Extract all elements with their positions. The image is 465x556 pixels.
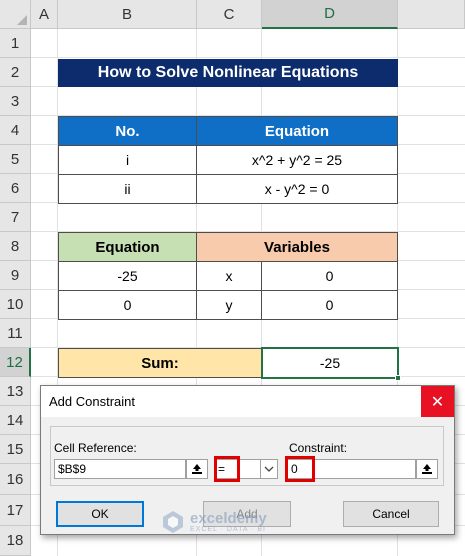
row-header-5[interactable]: 5 (0, 145, 31, 174)
row-header-13[interactable]: 13 (0, 377, 31, 406)
table2-cell-variable-value[interactable]: 0 (261, 261, 398, 291)
row-header-14[interactable]: 14 (0, 406, 31, 435)
table2-cell-variable-name[interactable]: x (196, 261, 262, 291)
table2-header-equation[interactable]: Equation (58, 232, 197, 262)
collapse-dialog-button[interactable] (186, 459, 208, 479)
row-header-10[interactable]: 10 (0, 290, 31, 319)
operator-highlight-box (214, 456, 240, 482)
table1-cell-no[interactable]: ii (58, 174, 197, 204)
row-header-15[interactable]: 15 (0, 435, 31, 464)
operator-dropdown-button[interactable] (260, 459, 278, 479)
constraint-highlight-box (285, 456, 315, 482)
table1-header-equation[interactable]: Equation (196, 116, 398, 146)
watermark-tagline: EXCEL · DATA · BI (190, 526, 266, 533)
cell-reference-label: Cell Reference: (54, 441, 137, 455)
row-header-8[interactable]: 8 (0, 232, 31, 261)
watermark-name: exceldemy (190, 510, 267, 527)
watermark: exceldemy EXCEL · DATA · BI (160, 509, 267, 535)
row-header-4[interactable]: 4 (0, 116, 31, 145)
cancel-button[interactable]: Cancel (343, 501, 439, 527)
row-header-12[interactable]: 12 (0, 348, 31, 377)
chevron-down-icon (264, 466, 274, 472)
sheet-title[interactable]: How to Solve Nonlinear Equations (58, 59, 398, 87)
range-select-icon (192, 464, 202, 474)
table2-header-variables[interactable]: Variables (196, 232, 398, 262)
cell-reference-input[interactable]: $B$9 (54, 459, 186, 479)
row-header-6[interactable]: 6 (0, 174, 31, 203)
exceldemy-logo-icon (163, 511, 183, 533)
row-header-2[interactable]: 2 (0, 58, 31, 87)
row-header-9[interactable]: 9 (0, 261, 31, 290)
range-select-icon (422, 464, 432, 474)
column-header-a[interactable]: A (31, 0, 58, 29)
table2-cell-equation[interactable]: -25 (58, 261, 197, 291)
select-all-corner[interactable] (0, 0, 31, 29)
table1-cell-no[interactable]: i (58, 145, 197, 175)
column-header-e[interactable] (398, 0, 465, 29)
row-header-18[interactable]: 18 (0, 526, 31, 556)
row-header-7[interactable]: 7 (0, 203, 31, 232)
dialog-titlebar[interactable]: Add Constraint ✕ (41, 386, 454, 417)
ok-button[interactable]: OK (56, 501, 144, 527)
fill-handle[interactable] (395, 375, 401, 381)
column-header-b[interactable]: B (58, 0, 197, 29)
row-header-11[interactable]: 11 (0, 319, 31, 348)
column-header-d[interactable]: D (262, 0, 398, 29)
collapse-dialog-button[interactable] (416, 459, 438, 479)
column-header-c[interactable]: C (197, 0, 262, 29)
constraint-label: Constraint: (289, 441, 348, 455)
row-header-16[interactable]: 16 (0, 464, 31, 495)
close-icon: ✕ (430, 393, 445, 411)
row-header-3[interactable]: 3 (0, 87, 31, 116)
table2-cell-variable-value[interactable]: 0 (261, 290, 398, 320)
sum-value-cell[interactable]: -25 (261, 347, 399, 379)
gridline (31, 57, 465, 58)
table1-cell-equation[interactable]: x - y^2 = 0 (196, 174, 398, 204)
row-header-1[interactable]: 1 (0, 29, 31, 58)
row-header-17[interactable]: 17 (0, 495, 31, 526)
table2-cell-equation[interactable]: 0 (58, 290, 197, 320)
table1-header-no[interactable]: No. (58, 116, 197, 146)
sum-label[interactable]: Sum: (58, 348, 262, 378)
table1-cell-equation[interactable]: x^2 + y^2 = 25 (196, 145, 398, 175)
table2-cell-variable-name[interactable]: y (196, 290, 262, 320)
dialog-title: Add Constraint (49, 394, 135, 409)
close-button[interactable]: ✕ (421, 386, 454, 417)
